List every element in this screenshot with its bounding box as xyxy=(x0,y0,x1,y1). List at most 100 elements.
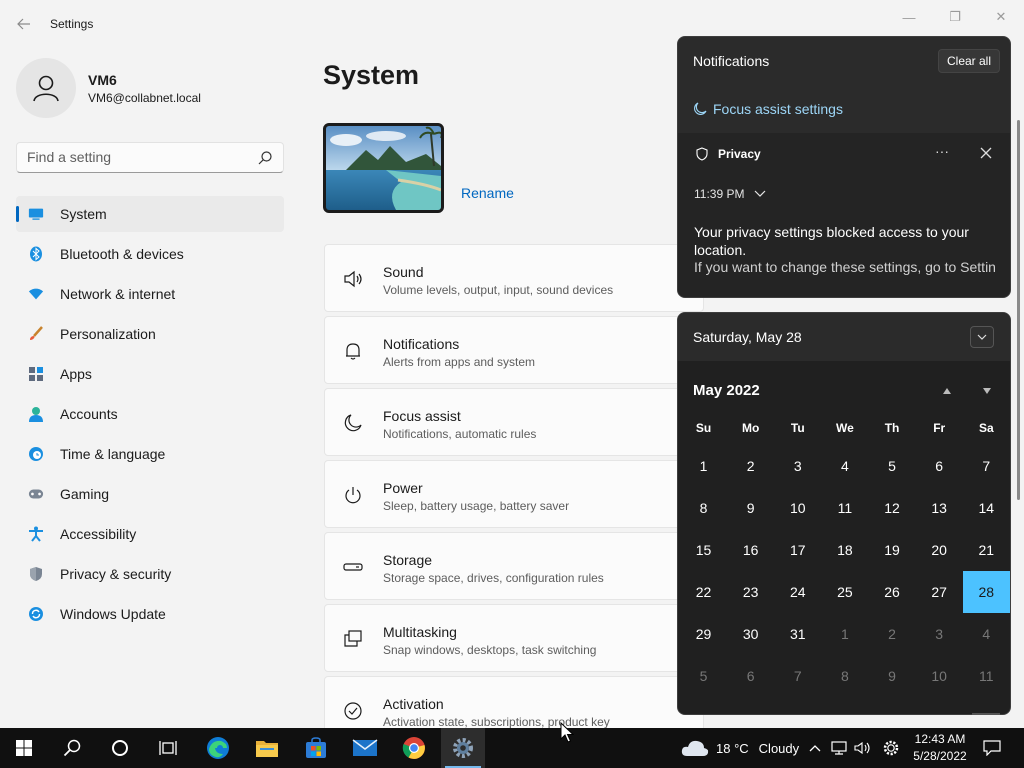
calendar-day[interactable]: 14 xyxy=(963,487,1010,529)
scrollbar[interactable] xyxy=(1017,120,1020,500)
sidebar-item-system[interactable]: System xyxy=(16,196,284,232)
calendar-day[interactable]: 5 xyxy=(869,445,916,487)
taskbar-store[interactable] xyxy=(294,728,338,768)
card-power[interactable]: Power Sleep, battery usage, battery save… xyxy=(324,460,704,528)
sidebar-item-apps[interactable]: Apps xyxy=(16,356,284,392)
sidebar-item-privacy[interactable]: Privacy & security xyxy=(16,556,284,592)
calendar-day[interactable]: 9 xyxy=(727,487,774,529)
calendar-day[interactable]: 29 xyxy=(680,613,727,655)
close-icon[interactable] xyxy=(976,143,996,163)
calendar-day[interactable]: 31 xyxy=(774,613,821,655)
calendar-day[interactable]: 15 xyxy=(680,529,727,571)
sidebar-item-bluetooth[interactable]: Bluetooth & devices xyxy=(16,236,284,272)
calendar-day[interactable]: 8 xyxy=(821,655,868,697)
calendar-day-today[interactable]: 28 xyxy=(962,571,1010,613)
notification-card[interactable]: Privacy ··· 11:39 PM Your privacy settin… xyxy=(678,133,1010,297)
calendar-day[interactable]: 9 xyxy=(869,655,916,697)
calendar-day[interactable]: 30 xyxy=(727,613,774,655)
calendar-day[interactable]: 16 xyxy=(727,529,774,571)
calendar-day[interactable]: 1 xyxy=(680,445,727,487)
card-storage[interactable]: Storage Storage space, drives, configura… xyxy=(324,532,704,600)
calendar-day[interactable]: 7 xyxy=(774,655,821,697)
action-center-button[interactable] xyxy=(980,728,1004,768)
minimize-button[interactable]: — xyxy=(886,6,932,28)
close-button[interactable]: ✕ xyxy=(978,6,1024,28)
sidebar-item-personalization[interactable]: Personalization xyxy=(16,316,284,352)
desktop-wallpaper-thumbnail[interactable] xyxy=(323,123,444,213)
calendar-collapse-button[interactable] xyxy=(970,326,994,348)
calendar-day[interactable]: 23 xyxy=(727,571,774,613)
calendar-day[interactable]: 17 xyxy=(774,529,821,571)
taskbar-clock[interactable]: 12:43 AM 5/28/2022 xyxy=(910,731,970,765)
search-input[interactable] xyxy=(27,149,247,165)
taskbar-settings[interactable] xyxy=(441,728,485,768)
avatar[interactable] xyxy=(16,58,76,118)
calendar-day[interactable]: 10 xyxy=(774,487,821,529)
sidebar-item-accounts[interactable]: Accounts xyxy=(16,396,284,432)
calendar-day[interactable]: 3 xyxy=(774,445,821,487)
calendar-month-label[interactable]: May 2022 xyxy=(693,382,760,399)
card-focus-assist[interactable]: Focus assist Notifications, automatic ru… xyxy=(324,388,704,456)
calendar-day[interactable]: 26 xyxy=(869,571,916,613)
calendar-next-month-button[interactable] xyxy=(978,383,996,399)
focus-assist-settings-label: Focus assist settings xyxy=(713,101,843,117)
taskbar-chrome[interactable] xyxy=(392,728,436,768)
calendar-prev-month-button[interactable] xyxy=(938,383,956,399)
task-view-button[interactable] xyxy=(146,728,190,768)
card-multitasking[interactable]: Multitasking Snap windows, desktops, tas… xyxy=(324,604,704,672)
taskbar-edge[interactable] xyxy=(196,728,240,768)
sidebar-item-label: Gaming xyxy=(60,486,110,502)
calendar-day[interactable]: 24 xyxy=(774,571,821,613)
show-hidden-icons-button[interactable] xyxy=(804,728,826,768)
calendar-day[interactable]: 2 xyxy=(869,613,916,655)
network-tray-button[interactable] xyxy=(828,728,850,768)
calendar-day[interactable]: 6 xyxy=(916,445,963,487)
rename-link[interactable]: Rename xyxy=(461,185,514,201)
search-icon[interactable] xyxy=(257,150,273,166)
taskbar-mail[interactable] xyxy=(343,728,387,768)
sidebar-item-accessibility[interactable]: Accessibility xyxy=(16,516,284,552)
calendar-day[interactable]: 2 xyxy=(727,445,774,487)
maximize-button[interactable]: ❐ xyxy=(932,6,978,28)
calendar-day[interactable]: 1 xyxy=(821,613,868,655)
volume-tray-button[interactable] xyxy=(852,728,874,768)
focus-assist-settings-link[interactable]: Focus assist settings xyxy=(693,101,843,117)
calendar-day[interactable]: 20 xyxy=(916,529,963,571)
calendar-day[interactable]: 5 xyxy=(680,655,727,697)
clear-all-button[interactable]: Clear all xyxy=(938,49,1000,73)
notification-time[interactable]: 11:39 PM xyxy=(694,187,766,201)
calendar-day[interactable]: 4 xyxy=(821,445,868,487)
calendar-day[interactable]: 22 xyxy=(680,571,727,613)
calendar-day[interactable]: 12 xyxy=(869,487,916,529)
taskbar-file-explorer[interactable] xyxy=(245,728,289,768)
sidebar-item-network[interactable]: Network & internet xyxy=(16,276,284,312)
calendar-day[interactable]: 25 xyxy=(821,571,868,613)
start-button[interactable] xyxy=(2,728,46,768)
card-notifications[interactable]: Notifications Alerts from apps and syste… xyxy=(324,316,704,384)
speaker-icon xyxy=(854,741,870,755)
card-sound[interactable]: Sound Volume levels, output, input, soun… xyxy=(324,244,704,312)
calendar-day[interactable]: 19 xyxy=(869,529,916,571)
calendar-day[interactable]: 3 xyxy=(916,613,963,655)
calendar-day[interactable]: 21 xyxy=(963,529,1010,571)
calendar-day[interactable]: 11 xyxy=(963,655,1010,697)
calendar-day[interactable]: 8 xyxy=(680,487,727,529)
taskbar-search-button[interactable] xyxy=(50,728,94,768)
calendar-day[interactable]: 10 xyxy=(916,655,963,697)
calendar-day[interactable]: 18 xyxy=(821,529,868,571)
back-button[interactable] xyxy=(12,12,36,36)
sidebar-item-gaming[interactable]: Gaming xyxy=(16,476,284,512)
calendar-day[interactable]: 11 xyxy=(821,487,868,529)
chevron-down-icon xyxy=(755,190,766,197)
calendar-day[interactable]: 27 xyxy=(916,571,963,613)
calendar-day[interactable]: 4 xyxy=(963,613,1010,655)
notification-more-button[interactable]: ··· xyxy=(930,143,954,163)
calendar-day[interactable]: 6 xyxy=(727,655,774,697)
cortana-button[interactable] xyxy=(98,728,142,768)
weather-widget[interactable]: 18 °C Cloudy xyxy=(680,728,799,768)
settings-tray-button[interactable] xyxy=(880,728,902,768)
calendar-day[interactable]: 7 xyxy=(963,445,1010,487)
sidebar-item-time-language[interactable]: Time & language xyxy=(16,436,284,472)
calendar-day[interactable]: 13 xyxy=(916,487,963,529)
sidebar-item-windows-update[interactable]: Windows Update xyxy=(16,596,284,632)
